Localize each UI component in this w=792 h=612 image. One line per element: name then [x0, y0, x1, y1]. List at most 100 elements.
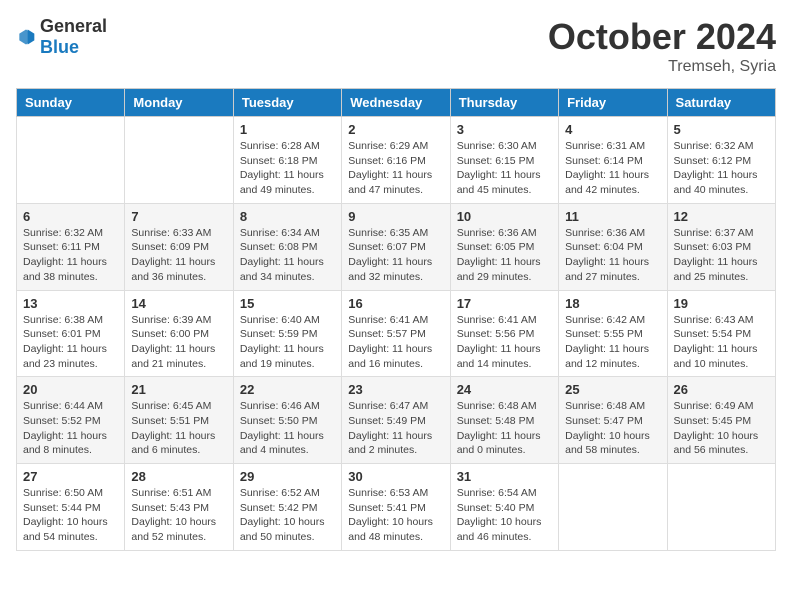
day-number: 19: [674, 296, 769, 311]
day-info: Sunrise: 6:37 AMSunset: 6:03 PMDaylight:…: [674, 226, 769, 285]
calendar-cell: 8 Sunrise: 6:34 AMSunset: 6:08 PMDaylight…: [233, 203, 341, 290]
logo-general: General: [40, 16, 107, 36]
day-info: Sunrise: 6:43 AMSunset: 5:54 PMDaylight:…: [674, 313, 769, 372]
day-info: Sunrise: 6:51 AMSunset: 5:43 PMDaylight:…: [131, 486, 226, 545]
calendar-cell: 18 Sunrise: 6:42 AMSunset: 5:55 PMDayligh…: [559, 290, 667, 377]
day-info: Sunrise: 6:30 AMSunset: 6:15 PMDaylight:…: [457, 139, 552, 198]
calendar-cell: 20 Sunrise: 6:44 AMSunset: 5:52 PMDayligh…: [17, 377, 125, 464]
day-number: 31: [457, 469, 552, 484]
day-number: 18: [565, 296, 660, 311]
day-info: Sunrise: 6:36 AMSunset: 6:05 PMDaylight:…: [457, 226, 552, 285]
day-number: 12: [674, 209, 769, 224]
day-number: 11: [565, 209, 660, 224]
calendar-cell: 30 Sunrise: 6:53 AMSunset: 5:41 PMDayligh…: [342, 464, 450, 551]
location-title: Tremseh, Syria: [548, 58, 776, 76]
weekday-header: Sunday: [17, 89, 125, 117]
day-info: Sunrise: 6:31 AMSunset: 6:14 PMDaylight:…: [565, 139, 660, 198]
day-number: 28: [131, 469, 226, 484]
day-number: 9: [348, 209, 443, 224]
month-title: October 2024: [548, 16, 776, 58]
calendar-cell: 3Sunrise: 6:30 AMSunset: 6:15 PMDaylight…: [450, 117, 558, 204]
calendar-cell: [17, 117, 125, 204]
calendar-week-row: 1Sunrise: 6:28 AMSunset: 6:18 PMDaylight…: [17, 117, 776, 204]
calendar-week-row: 27Sunrise: 6:50 AMSunset: 5:44 PMDayligh…: [17, 464, 776, 551]
calendar-cell: 11 Sunrise: 6:36 AMSunset: 6:04 PMDayligh…: [559, 203, 667, 290]
calendar-cell: 29 Sunrise: 6:52 AMSunset: 5:42 PMDayligh…: [233, 464, 341, 551]
day-info: Sunrise: 6:54 AMSunset: 5:40 PMDaylight:…: [457, 486, 552, 545]
day-number: 21: [131, 382, 226, 397]
day-info: Sunrise: 6:45 AMSunset: 5:51 PMDaylight:…: [131, 399, 226, 458]
weekday-header-row: SundayMondayTuesdayWednesdayThursdayFrid…: [17, 89, 776, 117]
day-number: 24: [457, 382, 552, 397]
calendar-table: SundayMondayTuesdayWednesdayThursdayFrid…: [16, 88, 776, 551]
day-number: 10: [457, 209, 552, 224]
day-number: 7: [131, 209, 226, 224]
day-number: 8: [240, 209, 335, 224]
calendar-cell: 19 Sunrise: 6:43 AMSunset: 5:54 PMDayligh…: [667, 290, 775, 377]
day-number: 30: [348, 469, 443, 484]
day-info: Sunrise: 6:40 AMSunset: 5:59 PMDaylight:…: [240, 313, 335, 372]
day-number: 23: [348, 382, 443, 397]
day-info: Sunrise: 6:41 AMSunset: 5:57 PMDaylight:…: [348, 313, 443, 372]
day-info: Sunrise: 6:48 AMSunset: 5:48 PMDaylight:…: [457, 399, 552, 458]
calendar-cell: 9 Sunrise: 6:35 AMSunset: 6:07 PMDaylight…: [342, 203, 450, 290]
calendar-cell: 5 Sunrise: 6:32 AMSunset: 6:12 PMDaylight…: [667, 117, 775, 204]
logo-icon: [16, 27, 36, 47]
calendar-cell: [667, 464, 775, 551]
calendar-week-row: 6 Sunrise: 6:32 AMSunset: 6:11 PMDaylight…: [17, 203, 776, 290]
day-number: 22: [240, 382, 335, 397]
calendar-cell: 2 Sunrise: 6:29 AMSunset: 6:16 PMDaylight…: [342, 117, 450, 204]
calendar-cell: 24 Sunrise: 6:48 AMSunset: 5:48 PMDayligh…: [450, 377, 558, 464]
day-info: Sunrise: 6:42 AMSunset: 5:55 PMDaylight:…: [565, 313, 660, 372]
day-info: Sunrise: 6:48 AMSunset: 5:47 PMDaylight:…: [565, 399, 660, 458]
day-info: Sunrise: 6:32 AMSunset: 6:12 PMDaylight:…: [674, 139, 769, 198]
calendar-cell: [559, 464, 667, 551]
day-number: 25: [565, 382, 660, 397]
day-number: 17: [457, 296, 552, 311]
day-number: 15: [240, 296, 335, 311]
day-number: 1: [240, 122, 335, 137]
day-number: 14: [131, 296, 226, 311]
day-number: 5: [674, 122, 769, 137]
logo: General Blue: [16, 16, 107, 58]
calendar-cell: 26Sunrise: 6:49 AMSunset: 5:45 PMDayligh…: [667, 377, 775, 464]
day-number: 20: [23, 382, 118, 397]
weekday-header: Tuesday: [233, 89, 341, 117]
day-number: 16: [348, 296, 443, 311]
day-info: Sunrise: 6:53 AMSunset: 5:41 PMDaylight:…: [348, 486, 443, 545]
calendar-week-row: 20 Sunrise: 6:44 AMSunset: 5:52 PMDayligh…: [17, 377, 776, 464]
day-info: Sunrise: 6:33 AMSunset: 6:09 PMDaylight:…: [131, 226, 226, 285]
day-info: Sunrise: 6:32 AMSunset: 6:11 PMDaylight:…: [23, 226, 118, 285]
day-info: Sunrise: 6:52 AMSunset: 5:42 PMDaylight:…: [240, 486, 335, 545]
day-info: Sunrise: 6:36 AMSunset: 6:04 PMDaylight:…: [565, 226, 660, 285]
calendar-cell: 25 Sunrise: 6:48 AMSunset: 5:47 PMDayligh…: [559, 377, 667, 464]
day-info: Sunrise: 6:47 AMSunset: 5:49 PMDaylight:…: [348, 399, 443, 458]
day-info: Sunrise: 6:44 AMSunset: 5:52 PMDaylight:…: [23, 399, 118, 458]
day-number: 13: [23, 296, 118, 311]
day-number: 29: [240, 469, 335, 484]
calendar-cell: 14 Sunrise: 6:39 AMSunset: 6:00 PMDayligh…: [125, 290, 233, 377]
weekday-header: Thursday: [450, 89, 558, 117]
calendar-cell: 12 Sunrise: 6:37 AMSunset: 6:03 PMDayligh…: [667, 203, 775, 290]
weekday-header: Friday: [559, 89, 667, 117]
day-info: Sunrise: 6:49 AMSunset: 5:45 PMDaylight:…: [674, 399, 769, 458]
day-number: 6: [23, 209, 118, 224]
calendar-cell: 6 Sunrise: 6:32 AMSunset: 6:11 PMDaylight…: [17, 203, 125, 290]
weekday-header: Monday: [125, 89, 233, 117]
day-info: Sunrise: 6:29 AMSunset: 6:16 PMDaylight:…: [348, 139, 443, 198]
day-info: Sunrise: 6:39 AMSunset: 6:00 PMDaylight:…: [131, 313, 226, 372]
logo-text: General Blue: [40, 16, 107, 58]
day-info: Sunrise: 6:34 AMSunset: 6:08 PMDaylight:…: [240, 226, 335, 285]
day-number: 2: [348, 122, 443, 137]
day-info: Sunrise: 6:35 AMSunset: 6:07 PMDaylight:…: [348, 226, 443, 285]
calendar-cell: 27Sunrise: 6:50 AMSunset: 5:44 PMDayligh…: [17, 464, 125, 551]
calendar-cell: 21 Sunrise: 6:45 AMSunset: 5:51 PMDayligh…: [125, 377, 233, 464]
calendar-cell: 13Sunrise: 6:38 AMSunset: 6:01 PMDayligh…: [17, 290, 125, 377]
title-area: October 2024 Tremseh, Syria: [548, 16, 776, 76]
day-info: Sunrise: 6:50 AMSunset: 5:44 PMDaylight:…: [23, 486, 118, 545]
calendar-cell: 23 Sunrise: 6:47 AMSunset: 5:49 PMDayligh…: [342, 377, 450, 464]
calendar-cell: 28 Sunrise: 6:51 AMSunset: 5:43 PMDayligh…: [125, 464, 233, 551]
calendar-week-row: 13Sunrise: 6:38 AMSunset: 6:01 PMDayligh…: [17, 290, 776, 377]
day-info: Sunrise: 6:46 AMSunset: 5:50 PMDaylight:…: [240, 399, 335, 458]
weekday-header: Saturday: [667, 89, 775, 117]
